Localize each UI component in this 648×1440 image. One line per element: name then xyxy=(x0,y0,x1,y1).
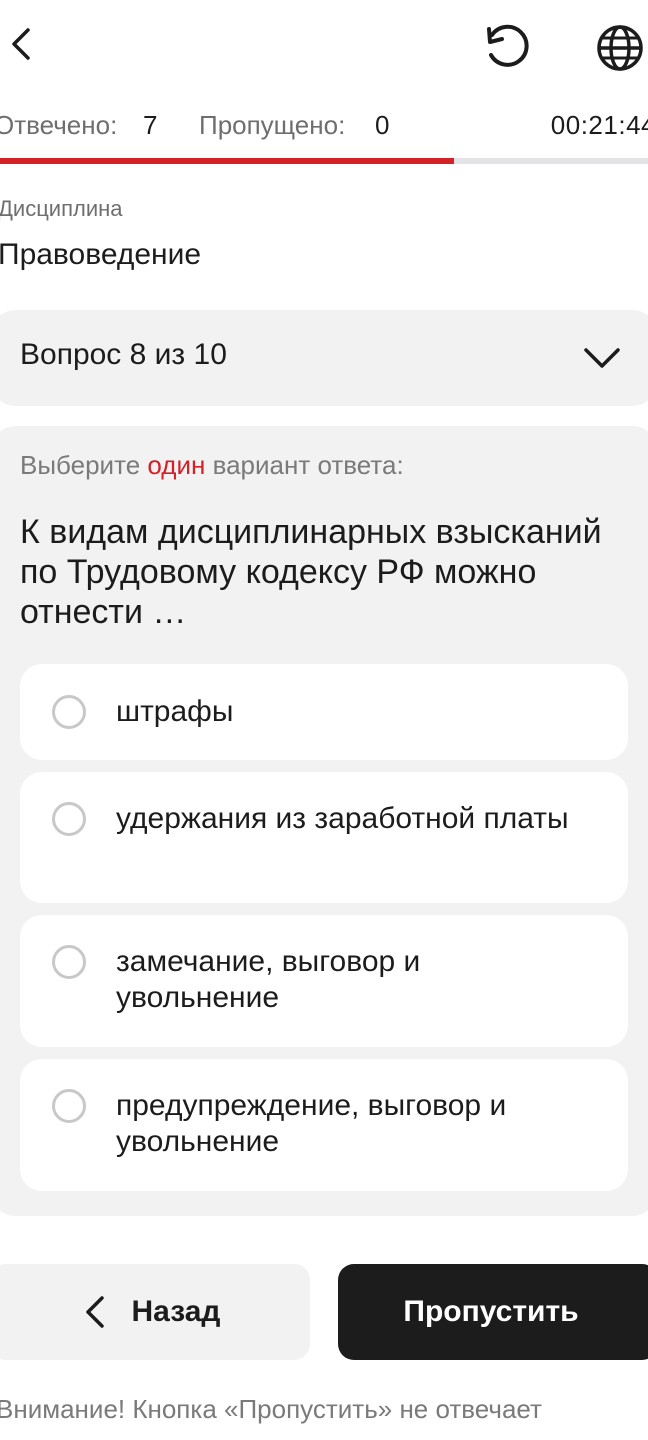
question-text: К видам дисциплинарных взысканий по Труд… xyxy=(20,513,602,631)
timer: 00:21:44 xyxy=(550,110,648,140)
answer-option-3[interactable]: замечание, выговор и увольнение xyxy=(20,915,628,1047)
question-card: Выберите один вариант ответа: К видам ди… xyxy=(0,426,648,1216)
globe-icon xyxy=(597,25,643,71)
notice-text: Внимание! Кнопка «Пропустить» не отвечае… xyxy=(0,1394,542,1424)
progress-bar xyxy=(0,158,648,164)
stats-row: Отвечено: 7 Пропущено: 0 00:21:44 xyxy=(0,110,648,146)
radio-button[interactable] xyxy=(52,1089,86,1123)
question-selector[interactable]: Вопрос 8 из 10 xyxy=(0,310,648,406)
chevron-down-icon xyxy=(584,348,620,368)
answer-option-label: замечание, выговор и увольнение xyxy=(116,945,421,1014)
instruction-accent: один xyxy=(147,450,206,480)
skip-button[interactable]: Пропустить xyxy=(338,1264,648,1360)
reset-button[interactable] xyxy=(480,22,536,74)
back-nav-button[interactable]: Назад xyxy=(0,1264,310,1360)
discipline-label: Дисциплина xyxy=(0,196,123,221)
chevron-left-icon xyxy=(85,1296,104,1328)
answered-label: Отвечено: xyxy=(0,110,118,140)
back-button[interactable] xyxy=(0,20,40,68)
skip-label: Пропустить xyxy=(403,1295,579,1328)
answer-option-2[interactable]: удержания из заработной платы xyxy=(20,772,628,903)
top-bar xyxy=(0,0,648,96)
radio-button[interactable] xyxy=(52,695,86,729)
discipline-value: Правоведение xyxy=(0,238,202,271)
skipped-count: 0 xyxy=(375,110,390,140)
answer-option-4[interactable]: предупреждение, выговор и увольнение xyxy=(20,1059,628,1191)
skipped-label: Пропущено: xyxy=(199,110,346,140)
answer-option-label: штрафы xyxy=(116,695,234,728)
answer-option-label: удержания из заработной платы xyxy=(116,802,569,835)
answered-count: 7 xyxy=(143,110,158,140)
undo-icon xyxy=(487,24,529,67)
radio-button[interactable] xyxy=(52,945,86,979)
progress-fill xyxy=(0,158,454,164)
back-nav-label: Назад xyxy=(131,1295,221,1328)
answer-instruction: Выберите один вариант ответа: xyxy=(20,450,404,481)
instruction-text: Выберите xyxy=(20,450,141,480)
question-selector-label: Вопрос 8 из 10 xyxy=(20,338,227,371)
chevron-left-icon xyxy=(12,28,30,60)
answer-option-label: предупреждение, выговор и увольнение xyxy=(116,1089,507,1158)
radio-button[interactable] xyxy=(52,802,86,836)
language-button[interactable] xyxy=(592,22,648,74)
instruction-text-end: вариант ответа: xyxy=(212,450,404,480)
answer-option-1[interactable]: штрафы xyxy=(20,664,628,760)
